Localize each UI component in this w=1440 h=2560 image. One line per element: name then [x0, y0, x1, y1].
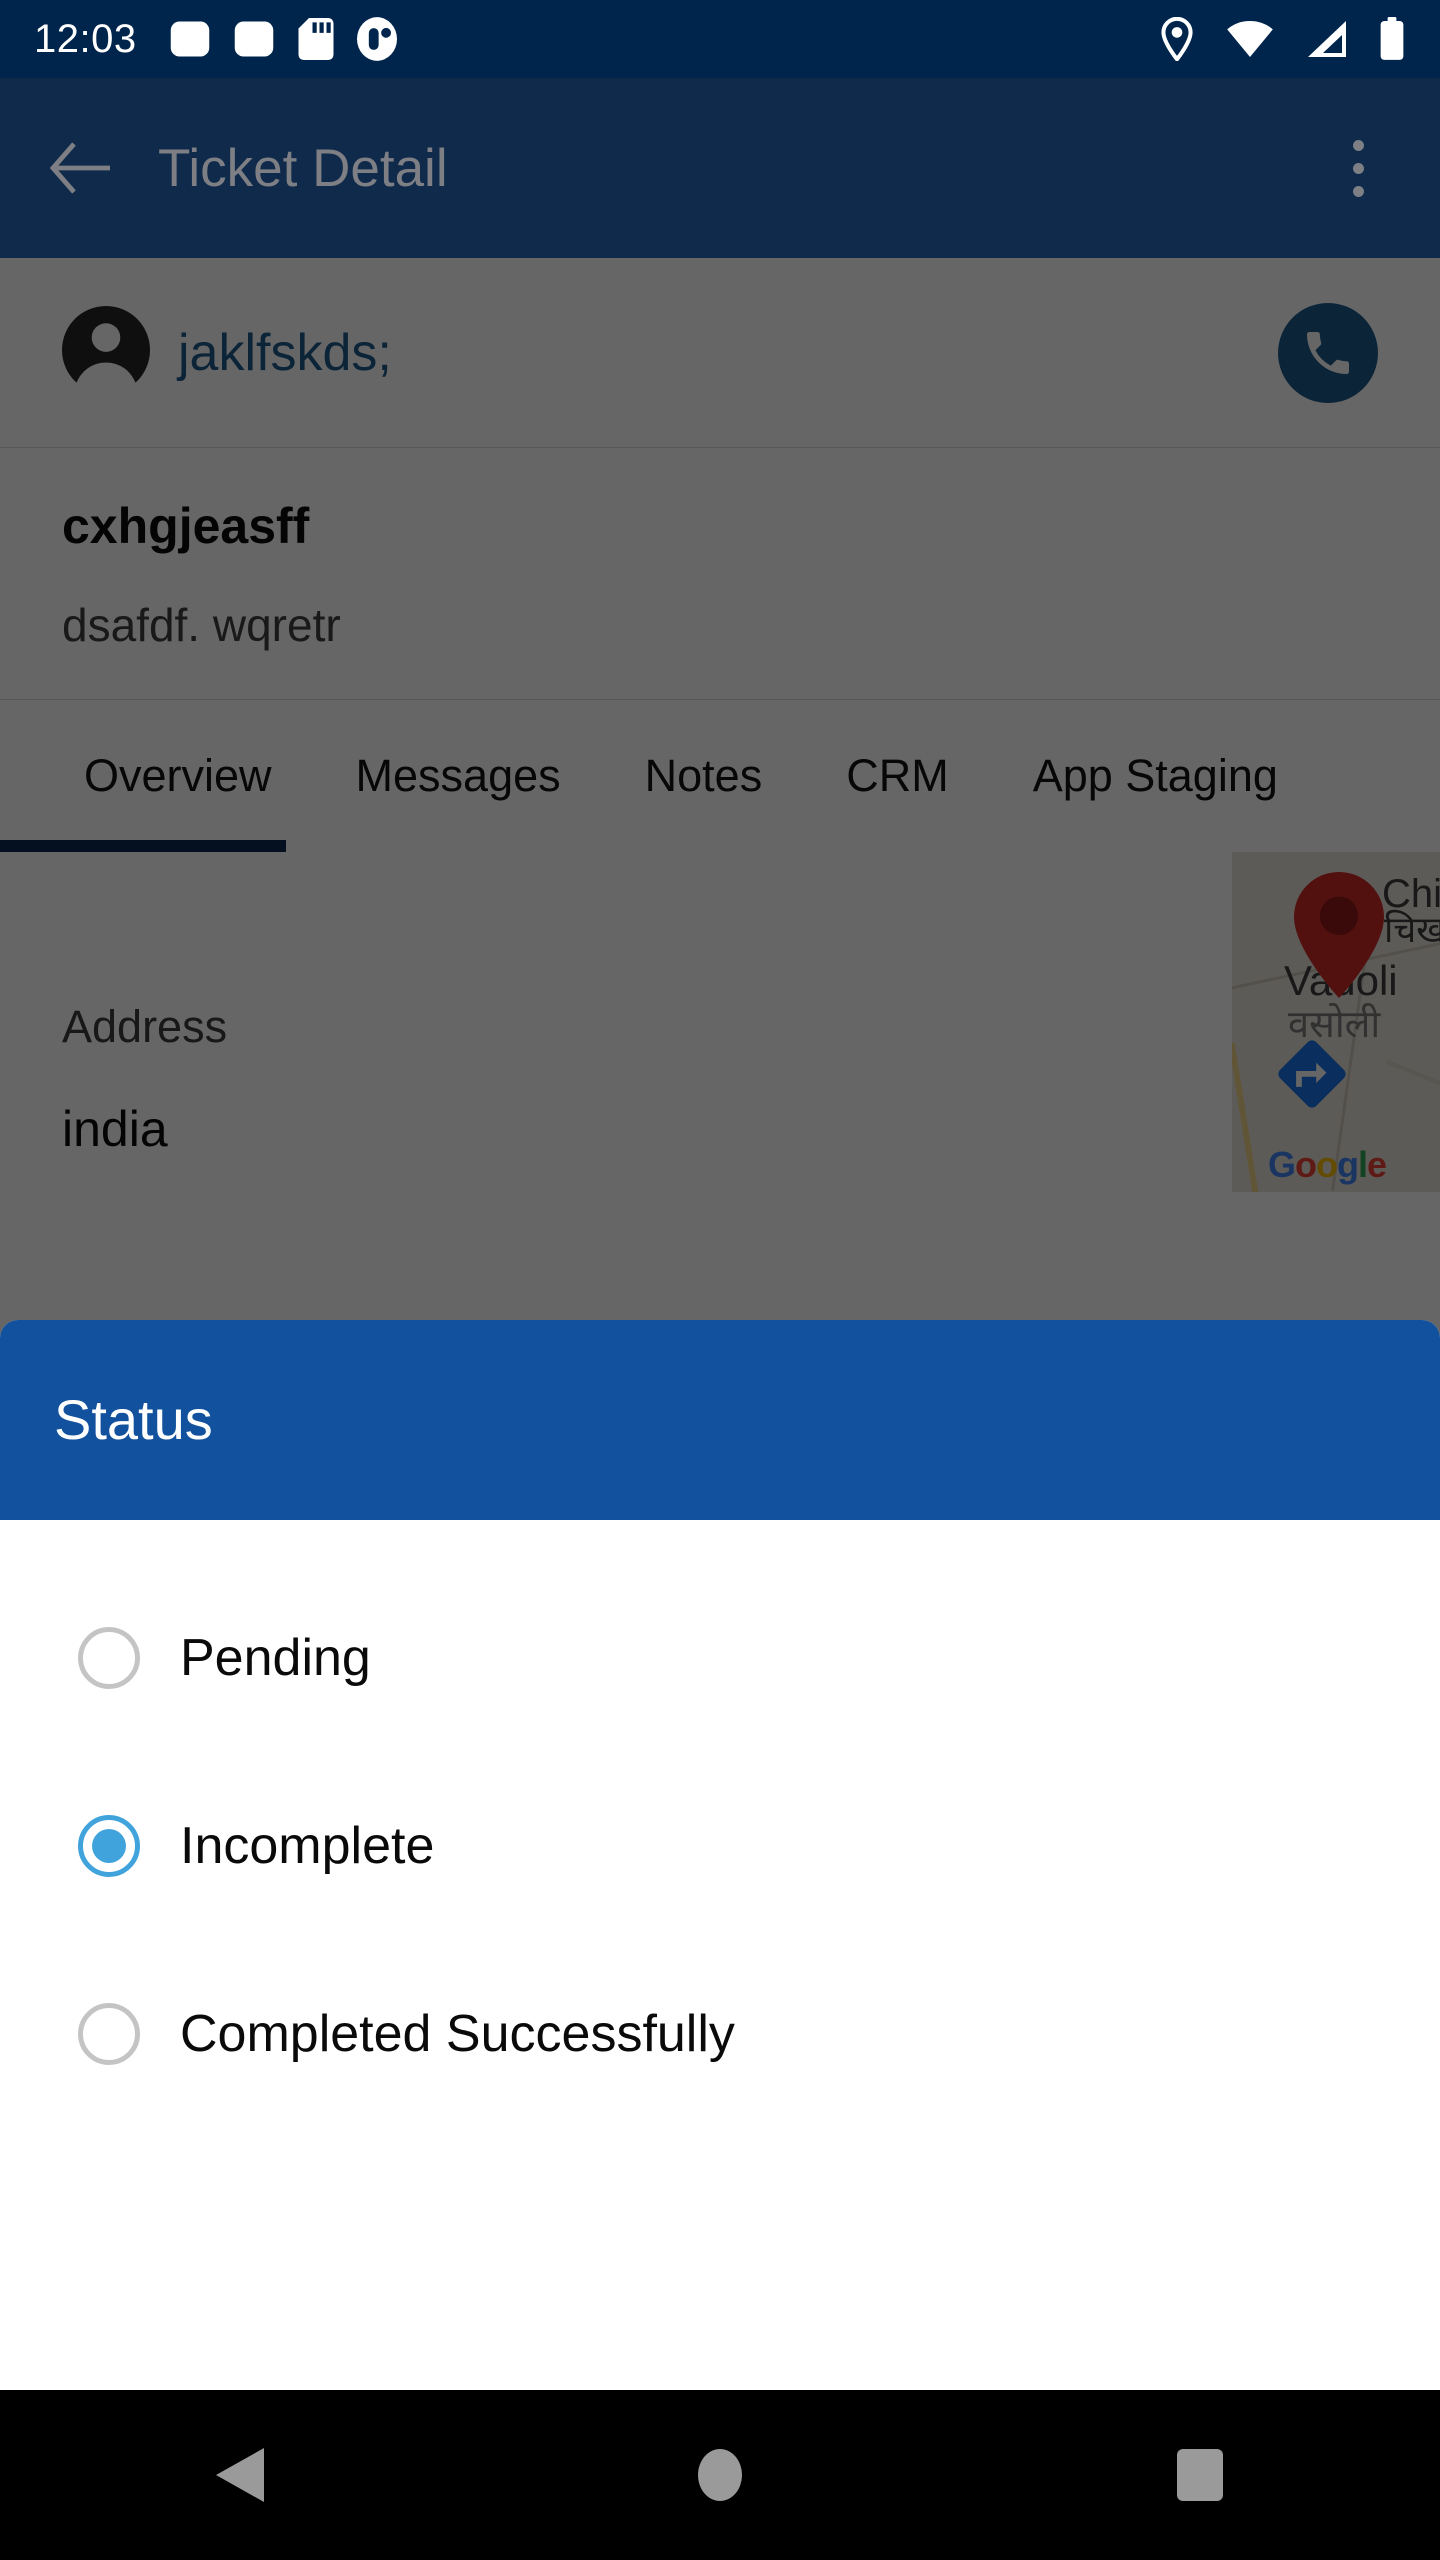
tab-active-indicator [0, 839, 286, 852]
nav-back-triangle-icon [216, 2448, 264, 2502]
page-title: Ticket Detail [158, 138, 448, 198]
data-saver-icon [233, 18, 275, 60]
tab-crm[interactable]: CRM [804, 753, 990, 798]
status-dialog-header: Status [0, 1320, 1440, 1520]
status-bar-clock: 12:03 [34, 17, 137, 61]
directions-arrow-icon[interactable] [1276, 1038, 1348, 1110]
location-icon [1158, 17, 1196, 61]
back-button[interactable] [42, 129, 120, 207]
nav-recents-button[interactable] [1100, 2390, 1300, 2560]
status-bar-left-icons [169, 17, 397, 61]
status-option-completed-successfully[interactable]: Completed Successfully [0, 1940, 1440, 2128]
tab-messages[interactable]: Messages [314, 753, 603, 798]
tab-app-staging[interactable]: App Staging [991, 753, 1320, 798]
status-dialog: Status Pending Incomplete Completed Succ… [0, 1320, 1440, 2390]
contact-name: jaklfskds; [178, 323, 392, 382]
tab-overview[interactable]: Overview [42, 753, 314, 798]
status-options-list: Pending Incomplete Completed Successfull… [0, 1520, 1440, 2128]
status-dialog-title: Status [54, 1388, 213, 1451]
ticket-title: cxhgjeasff [62, 498, 310, 554]
battery-icon [1378, 17, 1406, 61]
phone-screen: 12:03 Ticket Detail jaklfskds; cxhgjeasf… [0, 0, 1440, 2560]
ticket-subtitle: dsafdf. wqretr [62, 598, 341, 651]
more-vertical-icon [1352, 139, 1364, 151]
cellular-signal-icon [1304, 19, 1348, 59]
map-pin-icon [1294, 871, 1384, 998]
google-watermark: Google [1268, 1143, 1387, 1185]
radio-button-unselected[interactable] [78, 1627, 140, 1689]
nav-home-circle-icon [698, 2449, 742, 2501]
address-section: Address india Chik चिख Vadoli वसोली [0, 851, 1440, 1212]
app-bar: Ticket Detail [0, 78, 1440, 258]
status-option-pending[interactable]: Pending [0, 1564, 1440, 1752]
tab-bar: Overview Messages Notes CRM App Staging [0, 700, 1440, 852]
tab-notes[interactable]: Notes [603, 753, 805, 798]
wifi-icon [1226, 19, 1274, 59]
address-label: Address [62, 1000, 228, 1052]
address-value: india [62, 1100, 168, 1157]
radio-button-unselected[interactable] [78, 2003, 140, 2065]
status-option-label: Completed Successfully [180, 2005, 735, 2063]
radio-button-selected[interactable] [78, 1815, 140, 1877]
map-thumbnail[interactable]: Chik चिख Vadoli वसोली Google [1232, 851, 1440, 1192]
phone-icon [1307, 331, 1349, 374]
status-option-incomplete[interactable]: Incomplete [0, 1752, 1440, 1940]
contact-row[interactable]: jaklfskds; [0, 258, 1440, 448]
nav-back-button[interactable] [140, 2390, 340, 2560]
nav-recents-square-icon [1177, 2449, 1223, 2501]
nav-home-button[interactable] [620, 2390, 820, 2560]
status-bar-right-icons [1158, 17, 1406, 61]
arrow-left-icon [50, 142, 110, 194]
overflow-menu-button[interactable] [1318, 122, 1398, 214]
status-option-label: Pending [180, 1629, 371, 1687]
app-badge-icon [356, 17, 397, 61]
ticket-summary: cxhgjeasff dsafdf. wqretr [0, 448, 1440, 700]
address-card[interactable]: Address india [0, 873, 1232, 1212]
person-icon [62, 306, 150, 399]
status-option-label: Incomplete [180, 1817, 435, 1875]
sd-card-icon [297, 18, 335, 60]
status-bar: 12:03 [0, 0, 1440, 78]
more-vertical-icon [1352, 185, 1364, 197]
data-saver-icon [169, 18, 211, 60]
android-navigation-bar [0, 2390, 1440, 2560]
map-label-chik-hi: चिख [1384, 908, 1440, 950]
more-vertical-icon [1352, 162, 1364, 174]
call-button[interactable] [1278, 302, 1378, 403]
